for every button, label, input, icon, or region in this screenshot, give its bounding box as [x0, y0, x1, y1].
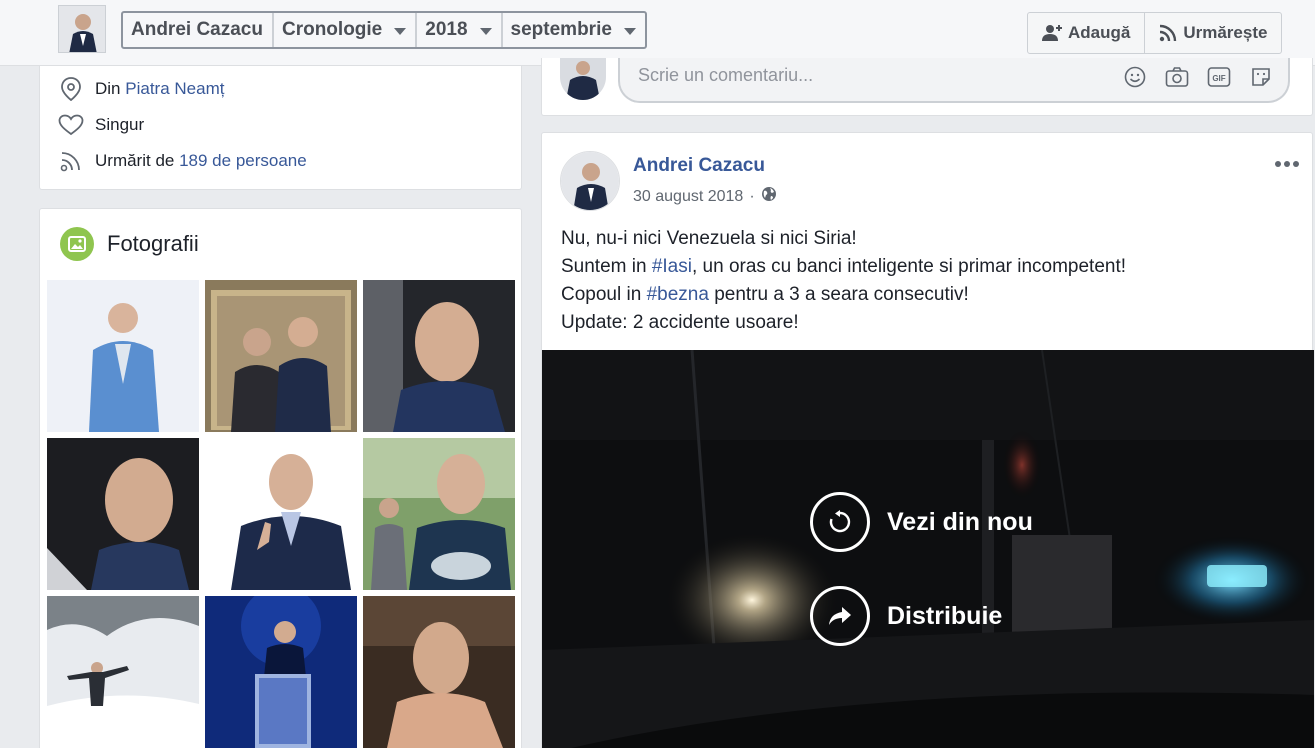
post-line: Copoul in #bezna pentru a 3 a seara cons… [561, 281, 1126, 309]
photo-icon [60, 227, 94, 261]
intro-card: Din Piatra Neamț Singur Urmărit de 189 d… [39, 66, 522, 190]
camera-icon[interactable] [1164, 64, 1190, 90]
post-line-text: Suntem in [561, 256, 647, 277]
globe-icon[interactable] [761, 186, 777, 207]
post-author-name[interactable]: Andrei Cazacu [633, 155, 765, 177]
hometown-row: Din Piatra Neamț [58, 76, 224, 102]
month-dropdown[interactable]: septembrie [503, 13, 645, 47]
timeline-header: Andrei Cazacu Cronologie 2018 septembrie… [0, 0, 1315, 66]
chevron-down-icon [623, 27, 636, 35]
post-text: Nu, nu-i nici Venezuela si nici Siria! S… [561, 225, 1126, 337]
follow-label: Urmărește [1183, 23, 1268, 42]
replay-button[interactable]: Vezi din nou [810, 492, 1033, 552]
commenter-avatar [560, 58, 606, 100]
year-dropdown[interactable]: 2018 [417, 13, 503, 47]
share-icon [810, 586, 870, 646]
gif-label: GIF [1212, 74, 1225, 83]
followers-prefix: Urmărit de [95, 151, 175, 170]
comment-input[interactable]: Scrie un comentariu... GIF [618, 58, 1290, 103]
photos-header[interactable]: Fotografii [60, 227, 199, 261]
post-line: Update: 2 accidente usoare! [561, 312, 799, 333]
followers-link[interactable]: 189 de persoane [179, 151, 307, 171]
timeline-selector: Andrei Cazacu Cronologie 2018 septembrie [121, 11, 647, 49]
relationship-row: Singur [58, 112, 144, 138]
profile-avatar[interactable] [58, 5, 106, 53]
photo-thumbnail[interactable] [363, 596, 515, 748]
photo-thumbnail[interactable] [205, 596, 357, 748]
hashtag-link[interactable]: #bezna [647, 284, 709, 305]
relationship-status: Singur [95, 115, 145, 134]
rss-icon [58, 148, 84, 174]
post-line-text: Copoul in [561, 284, 642, 305]
video-player[interactable]: Vezi din nou Distribuie [542, 350, 1314, 748]
follow-button[interactable]: Urmărește [1145, 13, 1281, 53]
comment-composer: Scrie un comentariu... GIF [541, 58, 1313, 116]
post-options-button[interactable] [1275, 161, 1299, 167]
replay-icon [810, 492, 870, 552]
share-button[interactable]: Distribuie [810, 586, 1002, 646]
post-meta: 30 august 2018 · [633, 186, 777, 207]
year-label: 2018 [425, 19, 468, 40]
replay-label: Vezi din nou [887, 507, 1033, 536]
profile-actions: Adaugă Urmărește [1027, 12, 1283, 54]
section-dropdown[interactable]: Cronologie [274, 13, 418, 47]
post-author-avatar[interactable] [560, 151, 620, 211]
post-line-text: , un oras cu banci inteligente si primar… [691, 256, 1127, 277]
post-line-text: pentru a 3 a seara consecutiv! [714, 284, 969, 305]
photo-thumbnail[interactable] [47, 596, 199, 748]
post-date[interactable]: 30 august 2018 [633, 188, 743, 206]
emoji-icon[interactable] [1122, 64, 1148, 90]
meta-separator: · [749, 187, 755, 205]
photos-title: Fotografii [107, 231, 199, 256]
comment-placeholder: Scrie un comentariu... [638, 65, 814, 85]
timeline-post: Andrei Cazacu 30 august 2018 · Nu, nu-i … [541, 132, 1314, 748]
photo-thumbnail[interactable] [47, 280, 199, 432]
add-friend-icon [1042, 25, 1062, 41]
hometown-link[interactable]: Piatra Neamț [125, 79, 224, 99]
hashtag-link[interactable]: #Iasi [652, 256, 692, 277]
section-label: Cronologie [281, 19, 383, 40]
heart-icon [58, 112, 84, 138]
photo-thumbnail[interactable] [363, 438, 515, 590]
photos-card: Fotografii [39, 208, 522, 748]
add-friend-button[interactable]: Adaugă [1028, 13, 1146, 53]
photo-thumbnail[interactable] [363, 280, 515, 432]
photo-thumbnail[interactable] [205, 280, 357, 432]
location-pin-icon [58, 76, 84, 102]
photo-thumbnail[interactable] [47, 438, 199, 590]
share-label: Distribuie [887, 601, 1003, 630]
post-line: Nu, nu-i nici Venezuela si nici Siria! [561, 228, 857, 249]
comment-tools: GIF [1122, 64, 1274, 90]
post-line: Suntem in #Iasi, un oras cu banci inteli… [561, 253, 1126, 281]
add-friend-label: Adaugă [1068, 23, 1131, 42]
month-label: septembrie [510, 19, 612, 40]
profile-name: Andrei Cazacu [131, 19, 263, 40]
photo-thumbnail[interactable] [205, 438, 357, 590]
chevron-down-icon [479, 27, 492, 35]
sticker-icon[interactable] [1248, 64, 1274, 90]
hometown-prefix: Din [95, 79, 121, 98]
chevron-down-icon [394, 27, 407, 35]
rss-icon [1160, 24, 1177, 42]
profile-name-link[interactable]: Andrei Cazacu [123, 13, 274, 47]
followers-row: Urmărit de 189 de persoane [58, 148, 307, 174]
gif-icon[interactable]: GIF [1206, 64, 1232, 90]
